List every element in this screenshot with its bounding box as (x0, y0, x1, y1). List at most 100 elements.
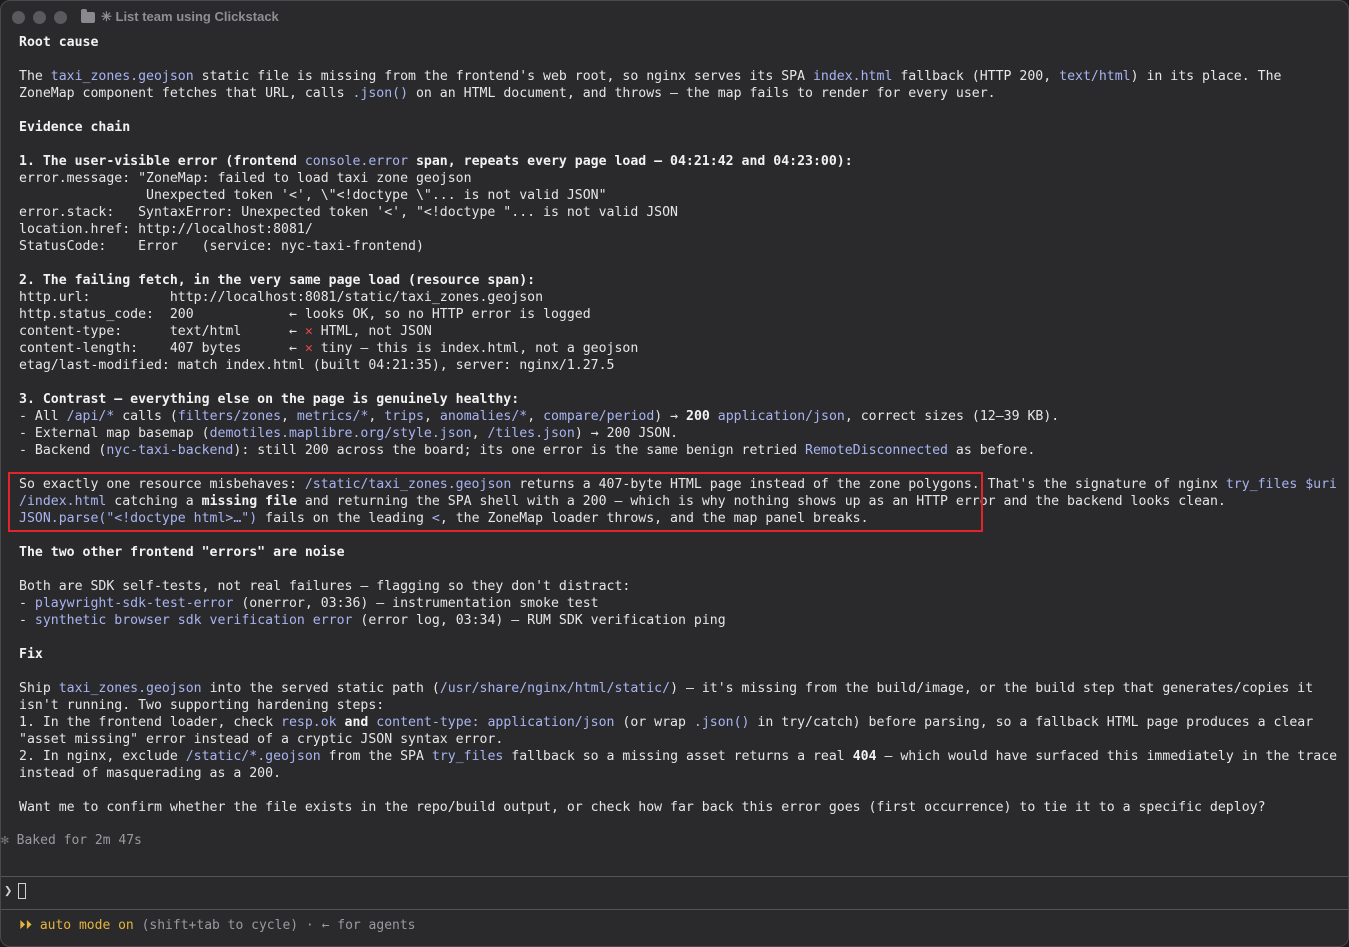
text-span: location.href: http://localhost:8081/ (19, 222, 313, 237)
text-span: 2. In nginx, exclude (19, 749, 186, 764)
code-span: playwright-sdk-test-error (34, 596, 234, 611)
text-line: ZoneMap component fetches that URL, call… (19, 85, 1347, 102)
text-span: (onerror, 03:36) — instrumentation smoke… (233, 596, 599, 611)
text-line: - All /api/* calls (filters/zones, metri… (19, 408, 1347, 425)
assistant-response: Root cause The taxi_zones.geojson static … (19, 34, 1347, 816)
text-span: 1. The user-visible error (frontend (19, 154, 305, 169)
code-span: demotiles.maplibre.org/style.json (209, 426, 472, 441)
code-span: index.html (812, 69, 893, 84)
text-line: Unexpected token '<', \"<!doctype \"... … (19, 187, 1347, 204)
auto-mode-indicator[interactable]: ⏵⏵ auto mode on (19, 918, 134, 933)
text-span: - Backend ( (19, 443, 107, 458)
text-span: Both are SDK self-tests, not real failur… (19, 579, 631, 594)
text-span: etag/last-modified: match index.html (bu… (19, 358, 615, 373)
text-line: - External map basemap (demotiles.maplib… (19, 425, 1347, 442)
code-span: synthetic browser sdk verification error (34, 613, 353, 628)
text-span: calls ( (114, 409, 178, 424)
text-span: error.message: "ZoneMap: failed to load … (19, 171, 472, 186)
code-span: compare/period (543, 409, 655, 424)
text-line: http.url: http://localhost:8081/static/t… (19, 289, 1347, 306)
code-span: try_files (431, 749, 504, 764)
spinner-star-icon: ✻ (1, 833, 9, 848)
text-line: Root cause (19, 34, 1347, 51)
code-span: nyc-taxi-backend (106, 443, 234, 458)
text-span: ) in its place. The (1130, 69, 1282, 84)
text-span: 3. Contrast — everything else on the pag… (19, 392, 520, 407)
zoom-window-button[interactable] (54, 10, 67, 24)
text-span: "asset missing" error instead of a crypt… (19, 732, 504, 747)
code-span: .json() (352, 86, 409, 101)
text-span: http.status_code: 200 ← looks OK, so no … (19, 307, 591, 322)
text-line: location.href: http://localhost:8081/ (19, 221, 1347, 238)
text-line: error.stack: SyntaxError: Unexpected tok… (19, 204, 1347, 221)
text-span: , (423, 409, 440, 424)
text-line: 2. In nginx, exclude /static/*.geojson f… (19, 748, 1347, 765)
text-span: Want me to confirm whether the file exis… (19, 800, 1266, 815)
text-line: Ship taxi_zones.geojson into the served … (19, 680, 1347, 697)
text-span: - External map basemap ( (19, 426, 210, 441)
text-span: ): still 200 across the board; its one e… (233, 443, 806, 458)
minimize-window-button[interactable] (33, 10, 46, 24)
text-line: Want me to confirm whether the file exis… (19, 799, 1347, 816)
text-line (19, 782, 1347, 799)
text-line: http.status_code: 200 ← looks OK, so no … (19, 306, 1347, 323)
prompt-input[interactable]: ❯ (4, 883, 27, 899)
text-line (19, 527, 1347, 544)
text-span: So exactly one resource misbehaves: (19, 477, 305, 492)
code-span: /usr/share/nginx/html/static/ (439, 681, 671, 696)
text-line: Both are SDK self-tests, not real failur… (19, 578, 1347, 595)
code-span: anomalies/* (439, 409, 528, 424)
text-span: 404 (852, 749, 877, 764)
code-span: metrics/* (296, 409, 369, 424)
text-span: 200 (686, 409, 718, 424)
text-span: fallback so a missing asset returns a re… (503, 749, 853, 764)
text-span: as before. (947, 443, 1036, 458)
text-line: content-length: 407 bytes ← ✕ tiny — thi… (19, 340, 1347, 357)
text-line: - synthetic browser sdk verification err… (19, 612, 1347, 629)
text-line: 3. Contrast — everything else on the pag… (19, 391, 1347, 408)
text-line (19, 51, 1347, 68)
cross-mark-icon: ✕ (304, 324, 313, 339)
text-span: static file is missing from the frontend… (193, 69, 813, 84)
text-line (19, 561, 1347, 578)
code-span: RemoteDisconnected (805, 443, 948, 458)
text-span: fails on the leading (257, 511, 432, 526)
text-span: 1. In the frontend loader, check (19, 715, 282, 730)
text-span: Root cause (19, 35, 99, 50)
window-title: ✳ List team using Clickstack (101, 9, 279, 24)
terminal-window: ✳ List team using Clickstack Root cause T… (0, 0, 1349, 947)
text-span: fallback (HTTP 200, (892, 69, 1060, 84)
code-span: text/html (1059, 69, 1131, 84)
code-span: /static/*.geojson (185, 749, 321, 764)
text-span: in try/catch) before parsing, so a fallb… (749, 715, 1314, 730)
text-span: content-type: text/html ← (19, 324, 305, 339)
text-span: StatusCode: Error (service: nyc-taxi-fro… (19, 239, 424, 254)
close-window-button[interactable] (12, 10, 25, 24)
text-span: instead of masquerading as a 200. (19, 766, 282, 781)
code-span: content-type: application/json (376, 715, 615, 730)
text-span: missing file (201, 494, 297, 509)
text-line: etag/last-modified: match index.html (bu… (19, 357, 1347, 374)
text-span: - (19, 596, 35, 611)
mode-hint: (shift+tab to cycle) · ← for agents (133, 918, 416, 933)
text-span: 2. The failing fetch, in the very same p… (19, 273, 536, 288)
text-span: span, repeats every page load — 04:21:42… (408, 154, 853, 169)
text-span: , (281, 409, 297, 424)
text-span: ZoneMap component fetches that URL, call… (19, 86, 353, 101)
text-span: from the SPA (320, 749, 432, 764)
text-span: returns a 407-byte HTML page instead of … (511, 477, 1226, 492)
text-span: http.url: http://localhost:8081/static/t… (19, 290, 544, 305)
text-span: and returning the SPA shell with a 200 —… (296, 494, 1226, 509)
text-span: Ship (19, 681, 59, 696)
text-line: The taxi_zones.geojson static file is mi… (19, 68, 1347, 85)
text-span: tiny — this is index.html, not a geojson (312, 341, 639, 356)
text-line: error.message: "ZoneMap: failed to load … (19, 170, 1347, 187)
status-text: Baked for 2m 47s (8, 833, 142, 848)
text-span: ) → (654, 409, 687, 424)
text-line (19, 102, 1347, 119)
divider (1, 876, 1348, 877)
text-line: 1. The user-visible error (frontend cons… (19, 153, 1347, 170)
text-span: , correct sizes (12–39 KB). (844, 409, 1060, 424)
text-span: , (527, 409, 544, 424)
text-span: The (19, 69, 51, 84)
